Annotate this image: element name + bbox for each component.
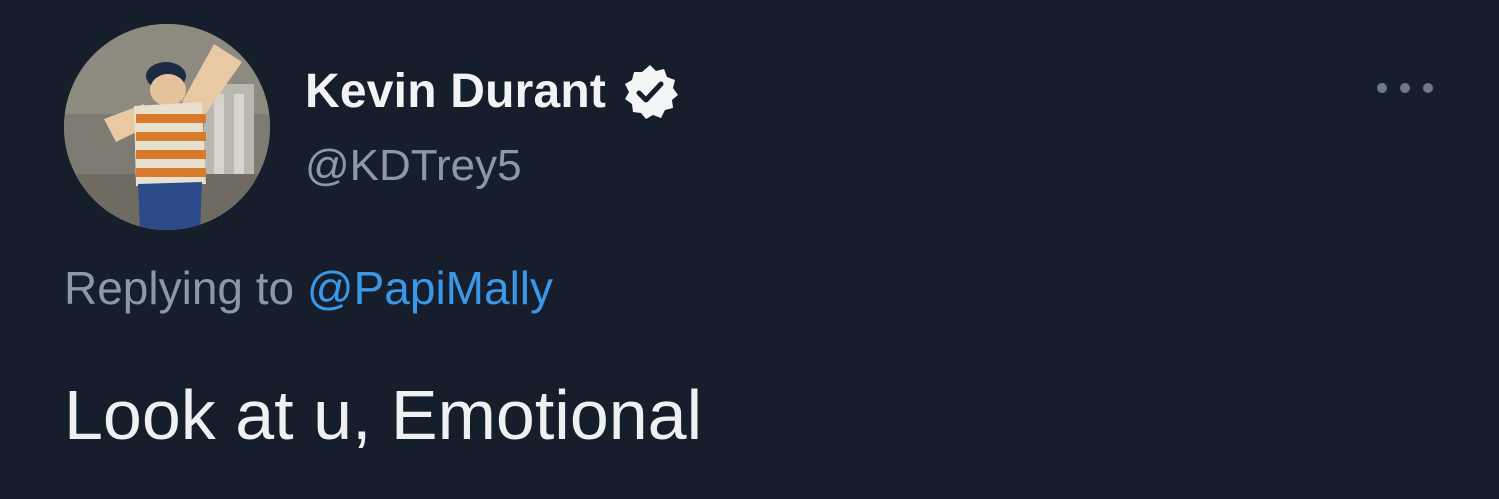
verified-badge-icon <box>620 62 680 122</box>
reply-mention-link[interactable]: @PapiMally <box>307 262 553 314</box>
tweet-card: Kevin Durant @KDTrey5 Replying to @PapiM… <box>0 0 1499 499</box>
more-options-icon[interactable] <box>1372 76 1438 100</box>
replying-to-line: Replying to @PapiMally <box>64 258 553 318</box>
tweet-text: Look at u, Emotional <box>64 376 703 454</box>
replying-to-label: Replying to <box>64 262 307 314</box>
avatar-photo-icon <box>64 24 270 230</box>
author-avatar[interactable] <box>64 24 270 230</box>
author-handle[interactable]: @KDTrey5 <box>305 138 522 194</box>
author-display-name[interactable]: Kevin Durant <box>305 62 606 122</box>
author-name-row[interactable]: Kevin Durant <box>305 62 680 122</box>
